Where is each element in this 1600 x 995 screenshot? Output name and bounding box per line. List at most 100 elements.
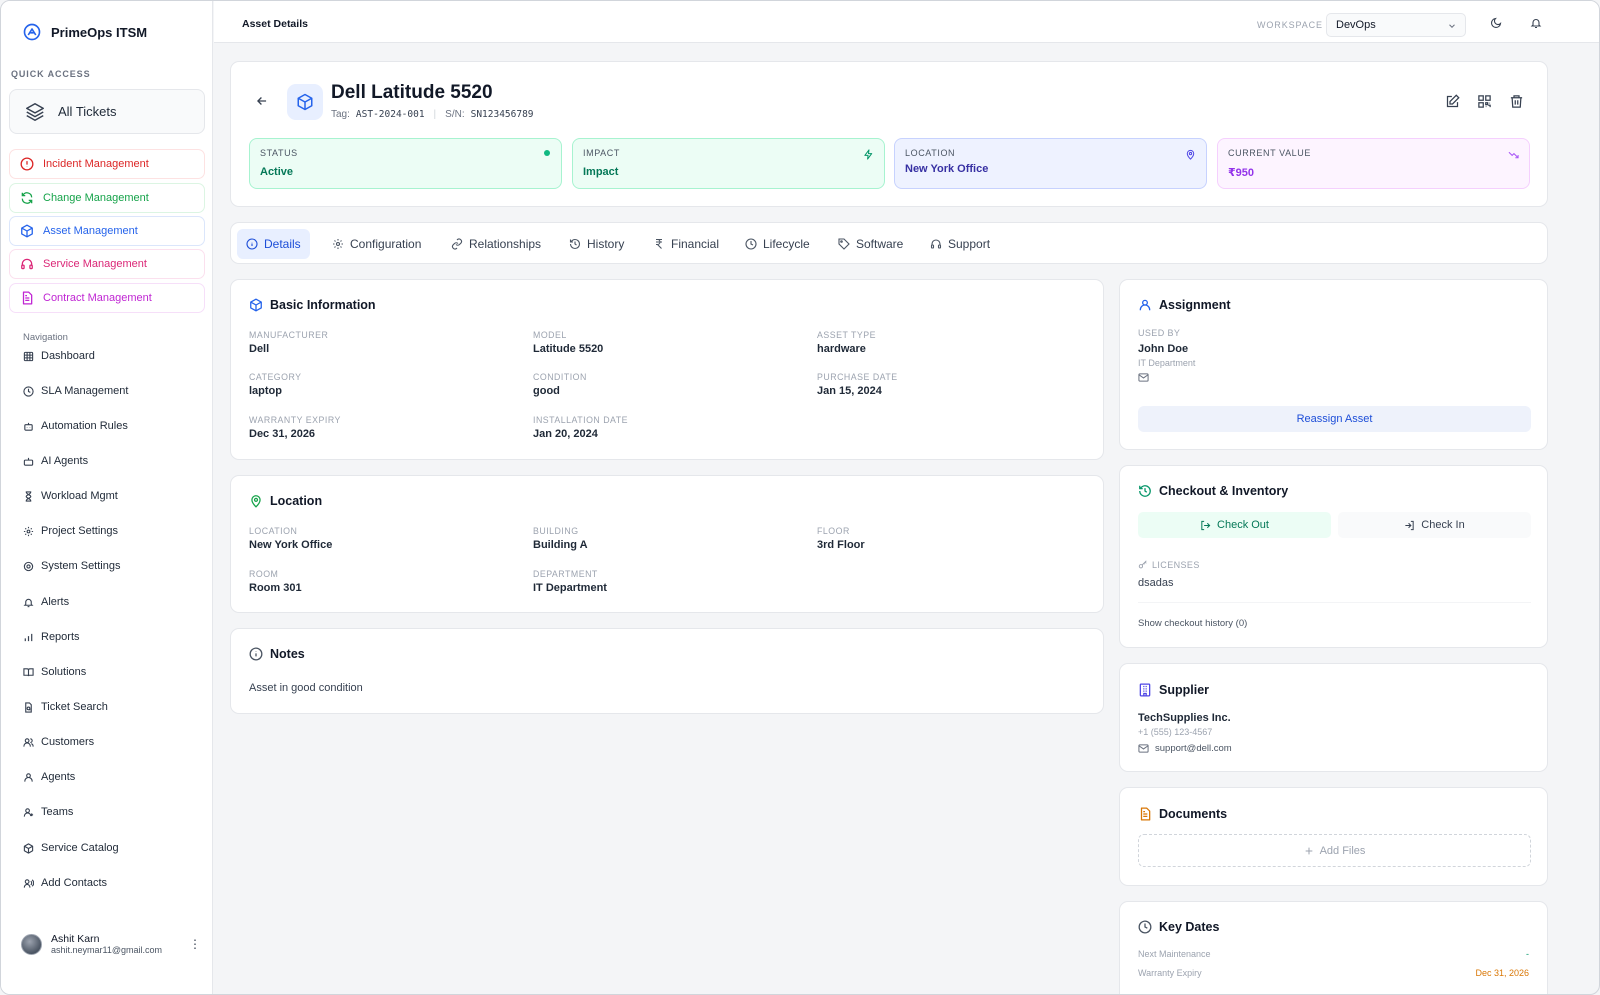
logo-icon (23, 23, 41, 41)
all-tickets-button[interactable]: All Tickets (9, 89, 205, 134)
nav-item-teams[interactable]: Teams (23, 806, 73, 818)
user-icon (1138, 298, 1152, 312)
field-value: New York Office (249, 539, 333, 551)
nav-item-reports[interactable]: Reports (23, 631, 80, 643)
book-icon (23, 667, 34, 678)
workspace-select[interactable]: DevOps (1326, 13, 1466, 37)
status-stat: STATUS Active (249, 138, 562, 189)
check-out-button[interactable]: Check Out (1138, 512, 1331, 538)
field-value: Latitude 5520 (533, 343, 604, 355)
tab-relationships[interactable]: Relationships (442, 229, 550, 259)
bot-icon (23, 421, 34, 432)
nav-item-workload-mgmt[interactable]: Workload Mgmt (23, 490, 118, 502)
nav-item-agents[interactable]: Agents (23, 771, 75, 783)
info-icon (246, 238, 258, 250)
assignment-card: Assignment USED BY John Doe IT Departmen… (1119, 279, 1548, 450)
tab-financial[interactable]: Financial (644, 229, 728, 259)
tab-software[interactable]: Software (829, 229, 912, 259)
stat-label: CURRENT VALUE (1228, 148, 1311, 158)
add-files-dropzone[interactable]: Add Files (1138, 834, 1531, 867)
tab-details[interactable]: Details (237, 229, 310, 259)
user-email: ashit.neymar11@gmail.com (51, 945, 163, 955)
current-value-stat: CURRENT VALUE ₹950 (1217, 138, 1530, 189)
workspace-label: WORKSPACE (1257, 20, 1323, 30)
section-title-text: Location (270, 494, 323, 508)
headset-icon (930, 238, 942, 250)
alert-circle-icon (20, 157, 34, 171)
module-contract-management[interactable]: Contract Management (9, 283, 205, 313)
asset-tabs: Details Configuration Relationships Hist… (230, 222, 1548, 264)
mail-icon[interactable] (1138, 372, 1149, 383)
log-out-icon (1200, 520, 1211, 531)
checkout-history-link[interactable]: Show checkout history (0) (1138, 618, 1247, 629)
section-title-text: Key Dates (1159, 920, 1220, 934)
check-in-button[interactable]: Check In (1338, 512, 1531, 538)
asset-header-card: Dell Latitude 5520 Tag: AST-2024-001 | S… (230, 61, 1548, 207)
nav-item-automation-rules[interactable]: Automation Rules (23, 420, 128, 432)
nav-item-label: Dashboard (41, 350, 95, 362)
user-profile[interactable]: Ashit Karn ashit.neymar11@gmail.com ⋮ (21, 933, 201, 955)
nav-item-label: Alerts (41, 596, 70, 608)
nav-item-add-contacts[interactable]: Add Contacts (23, 877, 107, 889)
tab-configuration[interactable]: Configuration (323, 229, 430, 259)
field-room: ROOM Room 301 (249, 569, 302, 594)
trending-down-icon (1508, 149, 1519, 160)
cube-icon (20, 224, 34, 238)
more-vertical-icon[interactable]: ⋮ (189, 938, 201, 950)
arrow-left-icon[interactable] (255, 94, 269, 108)
cube-icon (249, 298, 263, 312)
module-change-management[interactable]: Change Management (9, 183, 205, 213)
tab-label: Details (264, 237, 301, 251)
stat-label: IMPACT (583, 148, 620, 158)
field-manufacturer: MANUFACTURER Dell (249, 330, 328, 355)
assigned-user-department: IT Department (1138, 358, 1196, 368)
tab-support[interactable]: Support (921, 229, 999, 259)
brand[interactable]: PrimeOps ITSM (23, 23, 147, 41)
stat-value: Active (260, 166, 294, 178)
field-label: WARRANTY EXPIRY (249, 415, 341, 425)
documents-card: Documents Add Files (1119, 787, 1548, 886)
navigation-label: Navigation (23, 332, 68, 343)
nav-item-sla-management[interactable]: SLA Management (23, 385, 128, 397)
user-name: Ashit Karn (51, 933, 100, 945)
moon-icon[interactable] (1490, 17, 1502, 29)
reassign-asset-button[interactable]: Reassign Asset (1138, 406, 1531, 432)
edit-icon[interactable] (1445, 94, 1460, 109)
field-label: DEPARTMENT (533, 569, 598, 579)
nav-item-solutions[interactable]: Solutions (23, 666, 86, 678)
module-asset-management[interactable]: Asset Management (9, 216, 205, 246)
nav-item-system-settings[interactable]: System Settings (23, 560, 120, 572)
nav-item-dashboard[interactable]: Dashboard (23, 350, 95, 362)
tab-lifecycle[interactable]: Lifecycle (736, 229, 819, 259)
qr-code-icon[interactable] (1477, 94, 1492, 109)
users-icon (23, 737, 34, 748)
field-value: Dell (249, 343, 270, 355)
licenses-value: dsadas (1138, 577, 1174, 589)
nav-item-ai-agents[interactable]: AI Agents (23, 455, 88, 467)
module-service-management[interactable]: Service Management (9, 249, 205, 279)
building-icon (1138, 683, 1152, 697)
notification-bell-icon[interactable] (1530, 17, 1542, 29)
key-date-label: Warranty Expiry (1138, 968, 1202, 978)
trash-icon[interactable] (1509, 94, 1524, 109)
module-label: Service Management (43, 258, 147, 270)
gear-icon (23, 526, 34, 537)
clock-icon (1138, 920, 1152, 934)
supplier-email-row[interactable]: support@dell.com (1138, 743, 1232, 754)
nav-item-alerts[interactable]: Alerts (23, 596, 69, 608)
topbar: Asset Details WORKSPACE DevOps (214, 1, 1599, 43)
field-category: CATEGORY laptop (249, 372, 302, 397)
field-label: ROOM (249, 569, 279, 579)
nav-item-service-catalog[interactable]: Service Catalog (23, 842, 119, 854)
field-model: MODEL Latitude 5520 (533, 330, 603, 355)
nav-item-project-settings[interactable]: Project Settings (23, 525, 118, 537)
nav-item-customers[interactable]: Customers (23, 736, 94, 748)
module-label: Change Management (43, 192, 149, 204)
tab-history[interactable]: History (560, 229, 633, 259)
nav-item-label: Customers (41, 736, 95, 748)
notes-text: Asset in good condition (249, 682, 363, 694)
module-incident-management[interactable]: Incident Management (9, 149, 205, 179)
licenses-label: LICENSES (1152, 560, 1200, 570)
field-value: Jan 20, 2024 (533, 428, 598, 440)
nav-item-ticket-search[interactable]: Ticket Search (23, 701, 108, 713)
